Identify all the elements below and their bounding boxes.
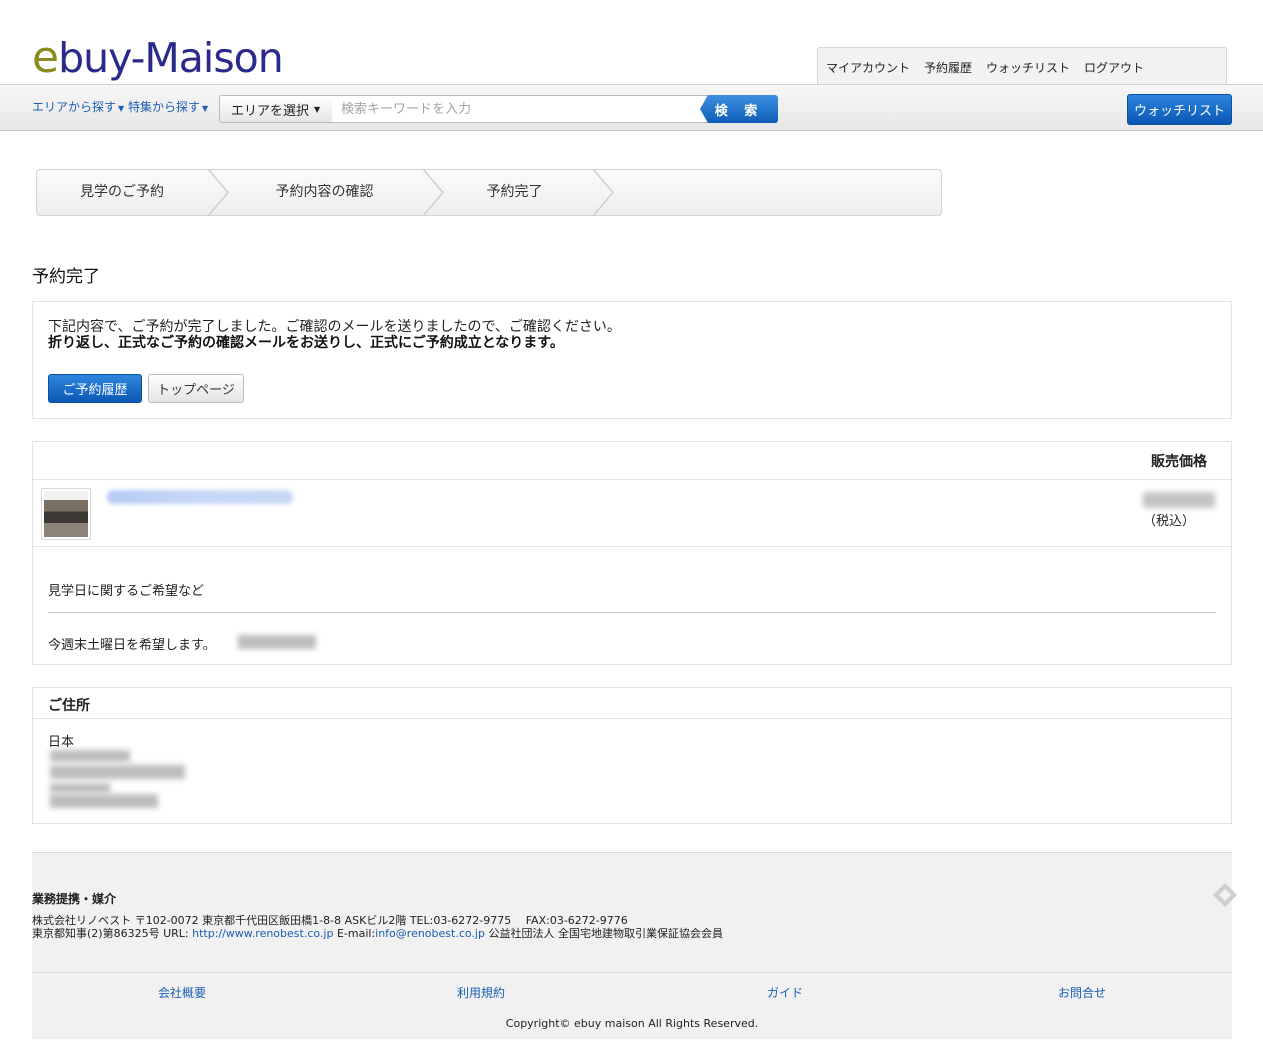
feature-search-menu[interactable]: 特集から探す ▼ [128, 98, 208, 115]
caret-down-icon: ▼ [202, 104, 209, 113]
divider [33, 479, 1231, 480]
account-nav: マイアカウント 予約履歴 ウォッチリスト ログアウト [817, 47, 1227, 87]
site-footer: 業務提携・媒介 株式会社リノベスト 〒102-0072 東京都千代田区飯田橋1-… [32, 852, 1232, 1039]
search-button[interactable]: 検 索 [700, 95, 778, 123]
step-chevron-icon [592, 169, 614, 216]
footer-link-terms[interactable]: 利用規約 [457, 984, 505, 1001]
footer-link-company[interactable]: 会社概要 [158, 984, 206, 1001]
redacted-text [238, 635, 316, 649]
footer-email-link[interactable]: info@renobest.co.jp [375, 927, 485, 940]
redacted-address-line [50, 783, 110, 793]
page-title: 予約完了 [32, 267, 100, 287]
property-photo [44, 491, 88, 537]
area-select-label: エリアを選択 [231, 103, 310, 119]
caret-down-icon: ▼ [118, 104, 125, 113]
redacted-address-line [50, 750, 130, 762]
address-panel: ご住所 日本 [32, 687, 1232, 824]
copyright: Copyright© ebuy maison All Rights Reserv… [505, 1017, 759, 1030]
address-header: ご住所 [48, 698, 90, 714]
watchlist-button[interactable]: ウォッチリスト [1127, 94, 1232, 125]
feature-search-label: 特集から探す [128, 100, 201, 114]
footer-url-link[interactable]: http://www.renobest.co.jp [192, 927, 333, 940]
property-thumbnail[interactable] [41, 488, 91, 540]
reservation-detail-panel: 販売価格 （税込） 見学日に関するご希望など 今週末土曜日を希望します。 [32, 441, 1232, 665]
divider [48, 612, 1216, 613]
divider [32, 972, 1232, 973]
property-price [1143, 492, 1215, 508]
nav-watchlist[interactable]: ウォッチリスト [986, 59, 1070, 76]
visit-preference-text: 今週末土曜日を希望します。 [48, 638, 216, 653]
footer-link-contact[interactable]: お問合せ [1058, 984, 1106, 1001]
footer-link-guide[interactable]: ガイド [767, 984, 803, 1001]
license-text: 東京都知事(2)第86325号 URL: [32, 927, 193, 940]
price-column-header: 販売価格 [1151, 454, 1207, 470]
step-chevron-icon [207, 169, 229, 216]
progress-steps: 見学のご予約 予約内容の確認 予約完了 [36, 169, 942, 216]
logo-text: buy-Maison [58, 34, 284, 82]
completion-note: 折り返し、正式なご予約の確認メールをお送りし、正式にご予約成立となります。 [48, 335, 564, 351]
address-country: 日本 [48, 735, 75, 750]
visit-preference-label: 見学日に関するご希望など [48, 584, 205, 599]
scroll-top-badge-icon[interactable] [1212, 882, 1238, 908]
site-logo[interactable]: ebuy-Maison [32, 32, 284, 83]
area-search-menu[interactable]: エリアから探す ▼ [32, 98, 124, 115]
reservation-history-button[interactable]: ご予約履歴 [48, 374, 142, 403]
caret-down-icon: ▼ [314, 104, 321, 114]
redacted-address-line [50, 794, 158, 808]
divider [33, 718, 1231, 719]
area-select-dropdown[interactable]: エリアを選択 ▼ [219, 95, 333, 123]
keyword-search-input[interactable] [332, 95, 708, 123]
area-search-label: エリアから探す [32, 100, 117, 114]
top-page-button[interactable]: トップページ [148, 374, 244, 403]
divider [33, 546, 1231, 547]
logo-mark: e [32, 32, 59, 83]
completion-panel: 下記内容で、ご予約が完了しました。ご確認のメールを送りましたので、ご確認ください… [32, 301, 1232, 419]
footer-license-info: 東京都知事(2)第86325号 URL: http://www.renobest… [32, 925, 723, 941]
email-label: E-mail: [333, 927, 376, 940]
search-bar: エリアから探す▼ 特集から探す▼ エリアを選択▼ 検 索 ウォッチリスト [0, 84, 1263, 131]
nav-reservation-history[interactable]: 予約履歴 [924, 59, 972, 76]
nav-my-account[interactable]: マイアカウント [826, 59, 910, 76]
property-name-link[interactable] [107, 490, 293, 504]
redacted-address-line [50, 765, 185, 779]
step-confirm: 予約内容の確認 [275, 184, 374, 200]
step-reservation: 見学のご予約 [80, 184, 164, 200]
tax-included-note: （税込） [1143, 514, 1196, 529]
footer-partner-heading: 業務提携・媒介 [32, 892, 117, 906]
step-chevron-icon [422, 169, 444, 216]
association-text: 公益社団法人 全国宅地建物取引業保証協会会員 [484, 927, 723, 940]
step-complete: 予約完了 [486, 184, 543, 200]
nav-logout[interactable]: ログアウト [1084, 59, 1144, 76]
